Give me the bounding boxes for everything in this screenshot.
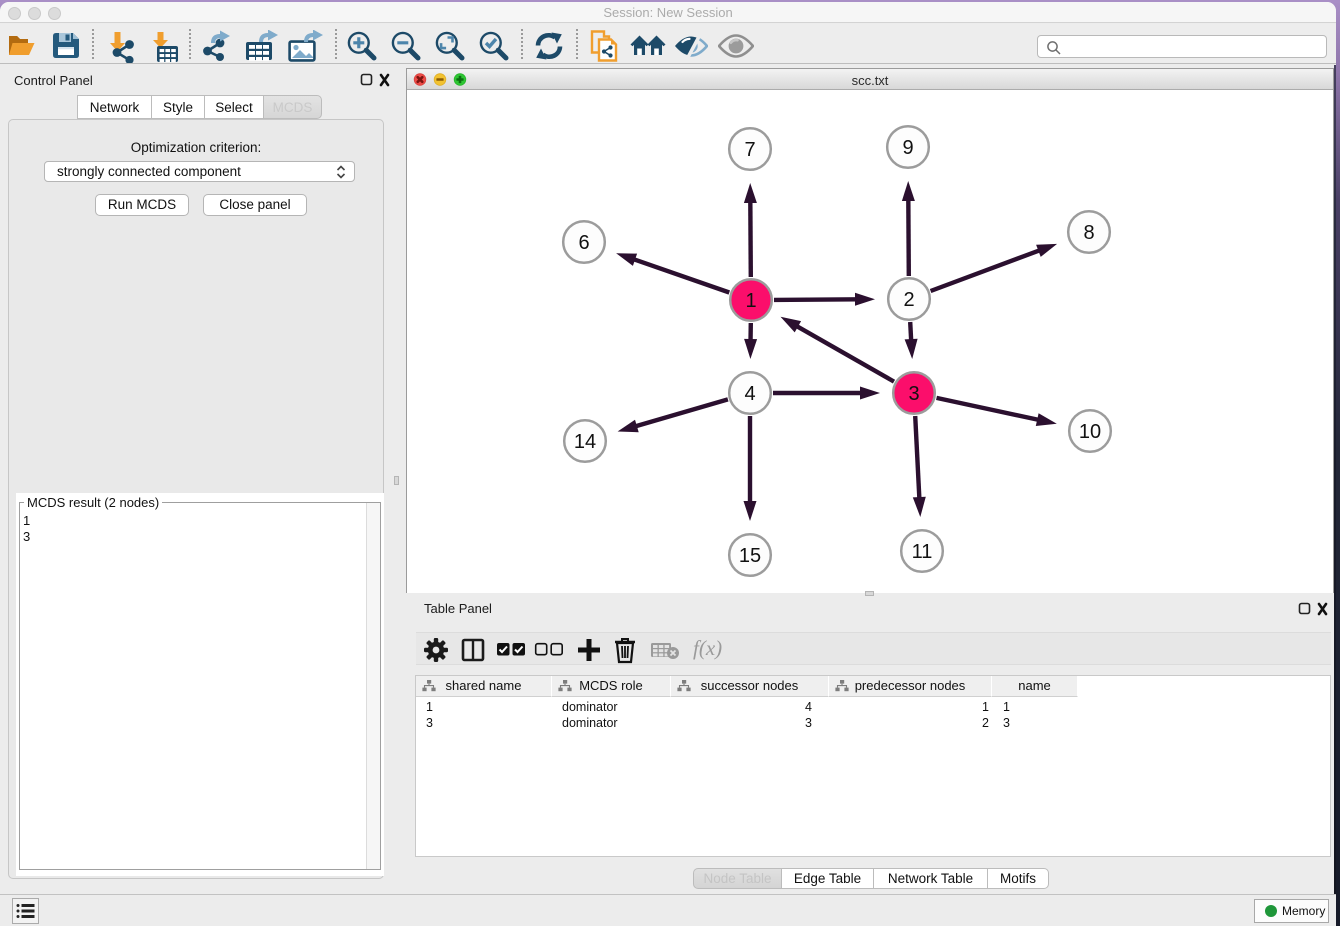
svg-text:15: 15 <box>739 545 761 567</box>
svg-text:8: 8 <box>1083 222 1094 244</box>
svg-text:1: 1 <box>745 290 756 312</box>
svg-text:3: 3 <box>908 383 919 405</box>
svg-text:10: 10 <box>1079 421 1101 443</box>
svg-text:4: 4 <box>744 383 755 405</box>
svg-text:14: 14 <box>574 431 596 453</box>
svg-text:2: 2 <box>903 289 914 311</box>
svg-text:11: 11 <box>912 541 933 563</box>
svg-text:9: 9 <box>902 137 913 159</box>
svg-text:7: 7 <box>744 139 755 161</box>
svg-text:6: 6 <box>578 232 589 254</box>
